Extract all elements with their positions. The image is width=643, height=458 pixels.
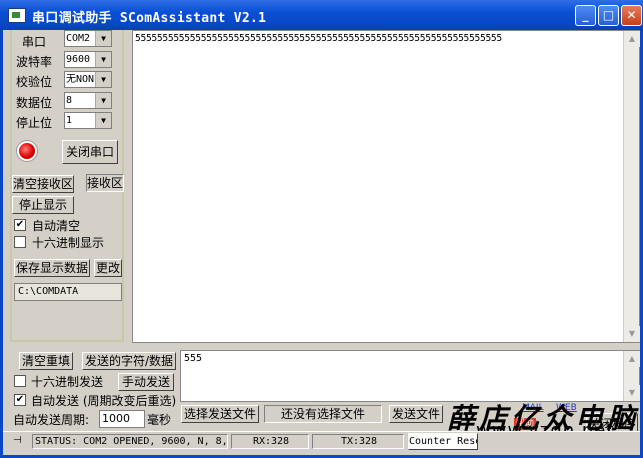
- hex-send-label: 十六进制发送: [31, 375, 104, 389]
- sent-data-label: 发送的字符/数据: [82, 352, 176, 370]
- receive-textarea[interactable]: 5555555555555555555555555555555555555555…: [132, 30, 640, 343]
- scroll-up-icon[interactable]: ▲: [624, 351, 640, 367]
- send-textarea[interactable]: 555 ▲ ▼: [180, 350, 640, 402]
- chevron-down-icon[interactable]: ▼: [95, 31, 111, 46]
- period-input[interactable]: 1000: [99, 410, 145, 428]
- baud-value: 9600: [66, 54, 91, 65]
- period-unit-label: 毫秒: [147, 413, 172, 427]
- counter-reset-button[interactable]: Counter Reset: [408, 433, 478, 450]
- rx-counter: RX:328: [231, 434, 309, 449]
- send-scrollbar[interactable]: ▲ ▼: [623, 351, 640, 401]
- send-file-button[interactable]: 发送文件: [389, 405, 443, 423]
- parity-label: 校验位: [16, 75, 53, 89]
- receive-content: 5555555555555555555555555555555555555555…: [135, 33, 502, 44]
- chevron-down-icon[interactable]: ▼: [95, 113, 111, 128]
- stopbits-select[interactable]: 1 ▼: [64, 112, 112, 129]
- maximize-button[interactable]: □: [598, 5, 619, 26]
- baud-select[interactable]: 9600 ▼: [64, 51, 112, 68]
- status-text: STATUS: COM2 OPENED, 9600, N, 8, 1: [32, 434, 228, 449]
- baud-label: 波特率: [16, 55, 53, 69]
- app-icon: [8, 8, 26, 23]
- stopbits-value: 1: [66, 115, 73, 126]
- auto-clear-checkbox[interactable]: ✔: [14, 219, 26, 231]
- title-bar[interactable]: 串口调试助手 SComAssistant V2.1 _ □ ✕: [0, 0, 643, 30]
- hex-display-label: 十六进制显示: [32, 236, 105, 250]
- stop-display-button[interactable]: 停止显示: [12, 196, 74, 214]
- chevron-down-icon[interactable]: ▼: [95, 72, 111, 87]
- file-status-label: 还没有选择文件: [264, 405, 382, 423]
- manual-send-button[interactable]: 手动发送: [118, 373, 174, 391]
- chevron-down-icon[interactable]: ▼: [95, 93, 111, 108]
- choose-file-button[interactable]: 选择发送文件: [181, 405, 259, 423]
- port-status-led-icon: [19, 143, 35, 159]
- close-port-button[interactable]: 关闭串口: [62, 140, 118, 164]
- hex-send-checkbox[interactable]: [14, 375, 26, 387]
- databits-label: 数据位: [16, 96, 53, 110]
- change-path-button[interactable]: 更改: [94, 259, 122, 277]
- receive-area-tab[interactable]: 接收区: [86, 174, 124, 192]
- port-select[interactable]: COM2 ▼: [64, 30, 112, 47]
- clear-receive-button[interactable]: 清空接收区: [12, 175, 74, 193]
- send-content: 555: [184, 353, 203, 364]
- auto-clear-label: 自动清空: [32, 219, 81, 233]
- period-label: 自动发送周期:: [13, 413, 90, 427]
- save-path-field: C:\COMDATA: [14, 283, 122, 301]
- status-bar: ⊣ STATUS: COM2 OPENED, 9600, N, 8, 1 RX:…: [3, 431, 640, 450]
- hex-display-checkbox[interactable]: [14, 236, 26, 248]
- auto-send-label: 自动发送 (周期改变后重选): [31, 394, 177, 408]
- window-title: 串口调试助手 SComAssistant V2.1: [32, 11, 267, 26]
- receive-scrollbar[interactable]: ▲ ▼: [623, 31, 640, 342]
- scroll-down-icon[interactable]: ▼: [624, 326, 640, 342]
- tx-counter: TX:328: [312, 434, 404, 449]
- port-label: 串口: [22, 35, 47, 49]
- parity-select[interactable]: 无NONE ▼: [64, 71, 112, 88]
- port-value: COM2: [66, 33, 91, 44]
- scroll-up-icon[interactable]: ▲: [624, 31, 640, 47]
- minimize-button[interactable]: _: [575, 5, 596, 26]
- databits-select[interactable]: 8 ▼: [64, 92, 112, 109]
- save-data-button[interactable]: 保存显示数据: [14, 259, 90, 277]
- clear-send-button[interactable]: 清空重填: [19, 352, 73, 370]
- databits-value: 8: [66, 95, 73, 106]
- stopbits-label: 停止位: [16, 116, 53, 130]
- auto-send-checkbox[interactable]: ✔: [14, 394, 26, 406]
- close-button[interactable]: ✕: [621, 5, 642, 26]
- chevron-down-icon[interactable]: ▼: [95, 52, 111, 67]
- plug-icon: ⊣: [13, 435, 22, 446]
